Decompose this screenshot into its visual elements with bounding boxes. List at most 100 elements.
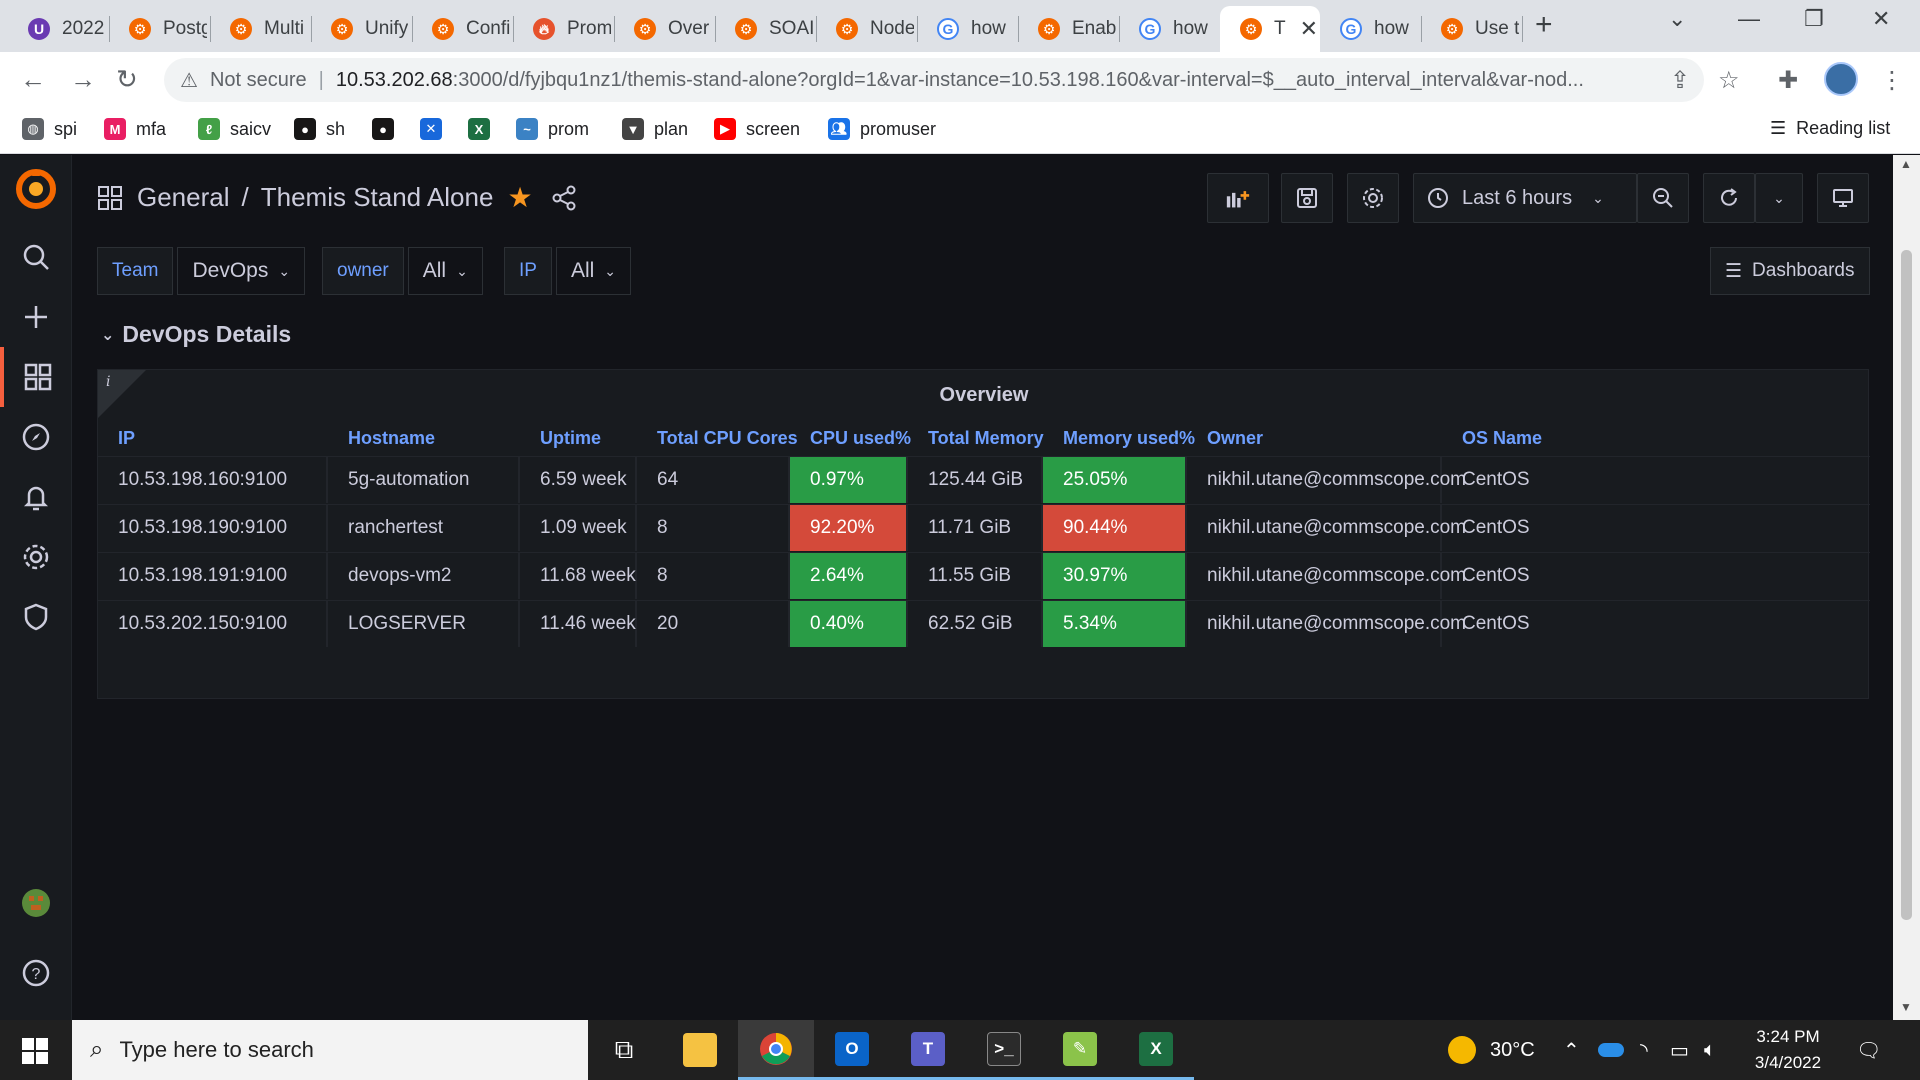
forward-arrow-icon[interactable]: →	[70, 64, 96, 95]
bookmark-item[interactable]: ▼ plan	[622, 118, 688, 140]
share-icon[interactable]	[551, 185, 577, 211]
close-tab-icon[interactable]: ✕	[1300, 16, 1318, 42]
excel-taskbar-icon[interactable]: X	[1118, 1020, 1194, 1080]
dashboard-settings-button[interactable]	[1347, 173, 1399, 223]
dashboard-title[interactable]: Themis Stand Alone	[261, 182, 494, 213]
column-header[interactable]: Uptime	[540, 428, 601, 449]
browser-tab[interactable]: ⚙ T ✕	[1220, 6, 1320, 52]
chrome-taskbar-icon[interactable]	[738, 1020, 814, 1080]
browser-tab[interactable]: ⚙ Use t	[1421, 6, 1522, 52]
bookmark-item[interactable]: ● sh	[294, 118, 345, 140]
browser-tab[interactable]: ⚙ Multi	[210, 6, 311, 52]
scrollbar-thumb[interactable]	[1901, 250, 1912, 920]
bookmark-item[interactable]: Mmfa	[104, 118, 166, 140]
bookmark-star-icon[interactable]: ☆	[1718, 66, 1740, 95]
task-view-icon[interactable]: ⧉	[586, 1020, 662, 1080]
minimize-button[interactable]: —	[1738, 6, 1760, 32]
terminal-taskbar-icon[interactable]: >_	[966, 1020, 1042, 1080]
browser-tab[interactable]: Ghow	[1320, 6, 1421, 52]
explore-compass-icon[interactable]	[0, 407, 72, 467]
page-scrollbar[interactable]: ▲ ▼	[1893, 155, 1920, 1020]
file-explorer-icon[interactable]	[662, 1020, 738, 1080]
share-page-icon[interactable]: ⇪	[1670, 66, 1690, 95]
wifi-icon[interactable]: ◝	[1640, 1020, 1648, 1080]
time-range-picker[interactable]: Last 6 hours ⌄	[1413, 173, 1637, 223]
bookmark-item[interactable]: ◍ spi	[22, 118, 77, 140]
bookmark-item[interactable]: X	[468, 118, 500, 140]
address-bar[interactable]: ⚠ Not secure | 10.53.202.68:3000/d/fyjbq…	[164, 58, 1704, 102]
add-panel-button[interactable]	[1207, 173, 1269, 223]
notepad-taskbar-icon[interactable]: ✎	[1042, 1020, 1118, 1080]
zoom-out-button[interactable]	[1637, 173, 1689, 223]
search-icon[interactable]	[0, 227, 72, 287]
bookmark-item[interactable]: ▶ screen	[714, 118, 800, 140]
weather-widget[interactable]: 30°C	[1448, 1020, 1535, 1080]
refresh-button[interactable]	[1703, 173, 1755, 223]
column-header[interactable]: Owner	[1207, 428, 1263, 449]
volume-icon[interactable]: 🔈︎	[1704, 1020, 1716, 1080]
row-header[interactable]: ⌄ DevOps Details	[101, 321, 291, 348]
create-plus-icon[interactable]	[0, 287, 72, 347]
profile-avatar[interactable]	[1824, 62, 1858, 96]
bookmark-item[interactable]: ✕	[420, 118, 452, 140]
url-text[interactable]: 10.53.202.68:3000/d/fyjbqu1nz1/themis-st…	[336, 69, 1584, 92]
variable-ip-select[interactable]: All ⌄	[555, 247, 632, 295]
dashboards-button[interactable]: ☰ Dashboards	[1710, 247, 1870, 295]
taskbar-clock[interactable]: 3:24 PM 3/4/2022	[1740, 1024, 1836, 1076]
column-header[interactable]: Total Memory	[928, 428, 1044, 449]
notifications-icon[interactable]: 🗨︎	[1856, 1020, 1881, 1080]
column-header[interactable]: IP	[118, 428, 135, 449]
dashboards-grid-icon[interactable]	[0, 347, 72, 407]
favorite-star-icon[interactable]: ★	[507, 181, 532, 214]
teams-taskbar-icon[interactable]: T	[890, 1020, 966, 1080]
chrome-menu-icon[interactable]: ⋮	[1880, 66, 1904, 95]
browser-tab[interactable]: ⚙ Postg	[109, 6, 210, 52]
help-question-icon[interactable]: ?	[0, 943, 72, 1003]
column-header[interactable]: Hostname	[348, 428, 435, 449]
bookmark-item[interactable]: ●	[372, 118, 404, 140]
reading-list-button[interactable]: ☰ Reading list	[1770, 118, 1890, 139]
extensions-puzzle-icon[interactable]: ✚	[1778, 66, 1798, 95]
variable-team-select[interactable]: DevOps ⌄	[177, 247, 306, 295]
tray-chevron-up-icon[interactable]: ⌃	[1563, 1020, 1580, 1080]
onedrive-cloud-icon[interactable]	[1598, 1020, 1624, 1080]
alerting-bell-icon[interactable]	[0, 467, 72, 527]
tab-search-chevron-icon[interactable]: ⌄	[1668, 6, 1686, 32]
grafana-logo-icon[interactable]	[14, 167, 58, 211]
server-admin-shield-icon[interactable]	[0, 587, 72, 647]
reload-icon[interactable]: ↻	[116, 64, 138, 95]
browser-tab[interactable]: ⚙ SOAI	[715, 6, 816, 52]
refresh-interval-dropdown[interactable]: ⌄	[1755, 173, 1803, 223]
column-header[interactable]: Total CPU Cores	[657, 428, 798, 449]
browser-tab[interactable]: ⚙ Node	[816, 6, 917, 52]
bookmark-item[interactable]: ~ prom	[516, 118, 589, 140]
panel-title[interactable]: Overview	[98, 384, 1870, 407]
browser-tab[interactable]: Ghow	[1119, 6, 1220, 52]
restore-button[interactable]: ❐	[1804, 6, 1824, 32]
configuration-gear-icon[interactable]	[0, 527, 72, 587]
browser-tab[interactable]: 🔥︎ Prom	[513, 6, 614, 52]
browser-tab[interactable]: U 2022	[8, 6, 109, 52]
browser-tab[interactable]: Ghow	[917, 6, 1018, 52]
outlook-taskbar-icon[interactable]: O	[814, 1020, 890, 1080]
breadcrumb-folder[interactable]: General	[137, 182, 230, 213]
bookmark-item[interactable]: ℓ saicv	[198, 118, 271, 140]
close-window-button[interactable]: ✕	[1872, 6, 1890, 32]
column-header[interactable]: OS Name	[1462, 428, 1542, 449]
column-header[interactable]: CPU used%	[810, 428, 911, 449]
browser-tab[interactable]: ⚙ Enab	[1018, 6, 1119, 52]
bookmark-item[interactable]: 👥︎ promuser	[828, 118, 936, 140]
browser-tab[interactable]: ⚙ Confi	[412, 6, 513, 52]
browser-tab[interactable]: ⚙ Unify	[311, 6, 412, 52]
battery-icon[interactable]: ▭	[1670, 1020, 1689, 1080]
column-header[interactable]: Memory used%	[1063, 428, 1195, 449]
save-dashboard-button[interactable]	[1281, 173, 1333, 223]
taskbar-search-input[interactable]: ⌕ Type here to search	[72, 1020, 588, 1080]
cycle-view-mode-button[interactable]	[1817, 173, 1869, 223]
browser-tab[interactable]: ⚙ Over	[614, 6, 715, 52]
windows-start-icon[interactable]	[22, 1038, 48, 1064]
new-tab-button[interactable]: +	[1535, 8, 1553, 42]
back-arrow-icon[interactable]: ←	[20, 64, 46, 95]
user-avatar-icon[interactable]	[0, 873, 72, 933]
variable-owner-select[interactable]: All ⌄	[407, 247, 483, 295]
